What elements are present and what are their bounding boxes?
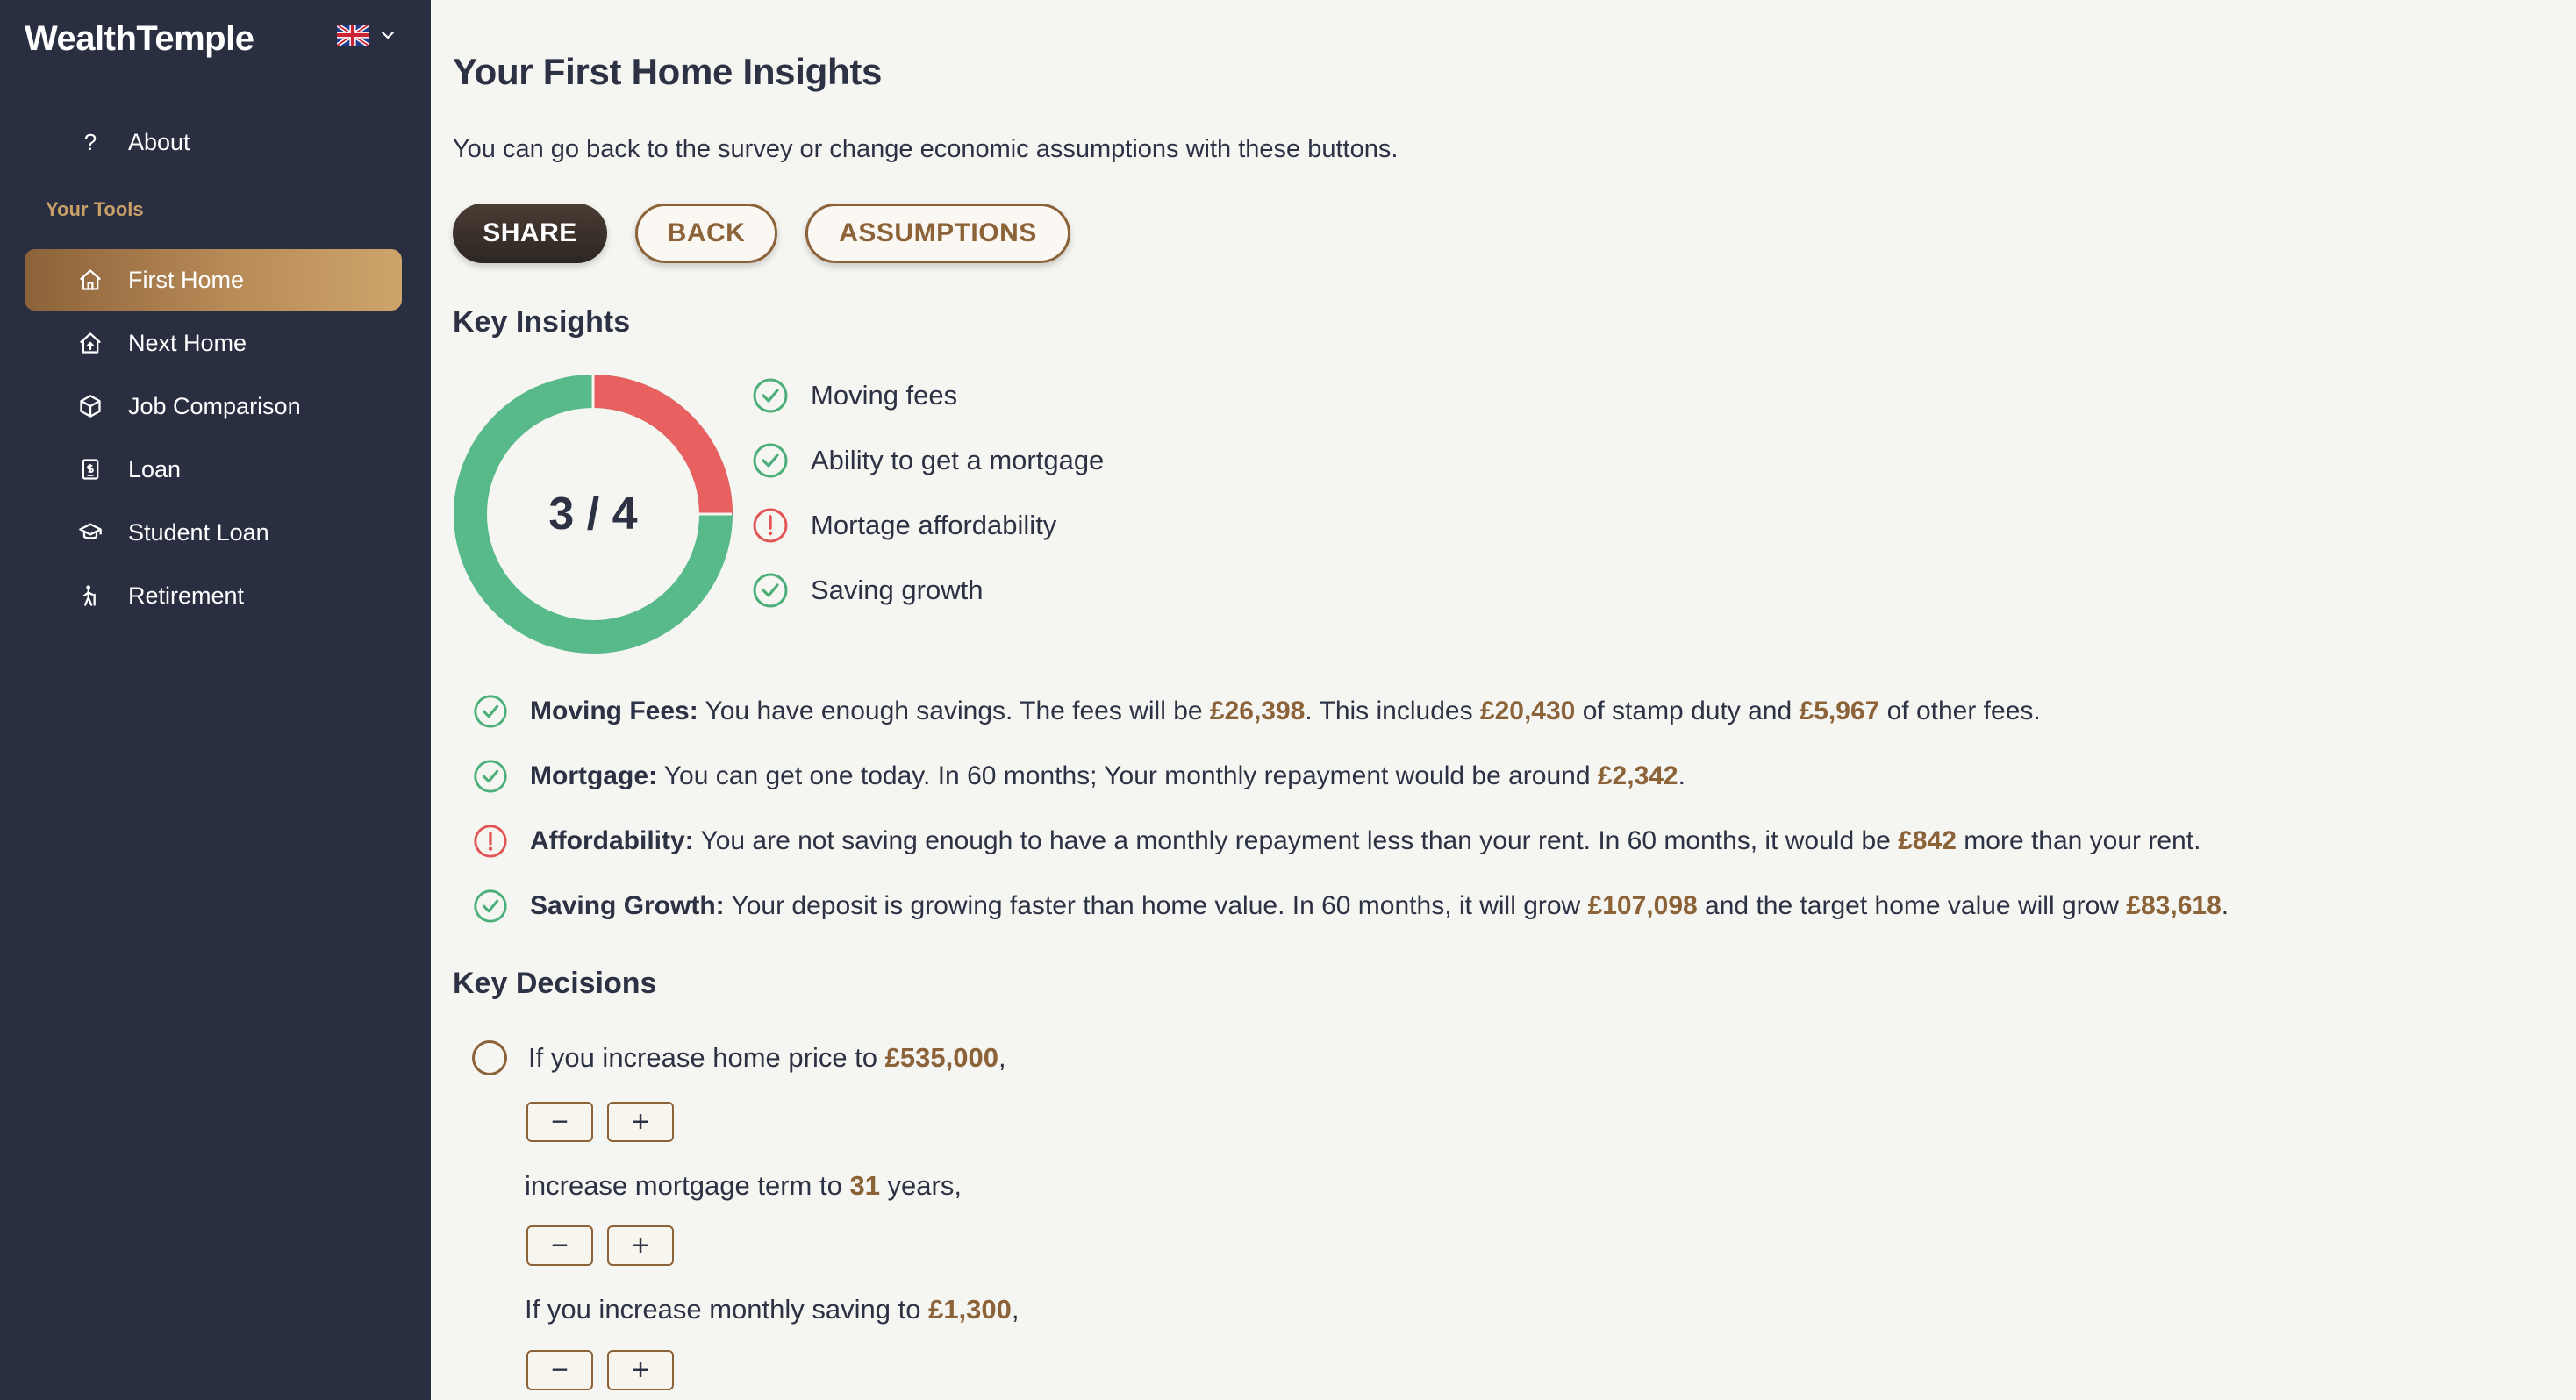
decision-home-price[interactable]: If you increase home price to £535,000, (472, 1037, 1006, 1079)
sidebar-item-first-home[interactable]: First Home (25, 249, 402, 311)
legend-item: Mortage affordability (751, 506, 1056, 545)
sidebar-item-about[interactable]: ? About (25, 111, 402, 173)
check-circle-icon (474, 889, 507, 923)
uk-flag-icon (337, 25, 369, 46)
home-price-increase-button[interactable]: + (607, 1102, 674, 1142)
mortgage-term-increase-button[interactable]: + (607, 1225, 674, 1266)
check-circle-icon (753, 378, 788, 413)
language-selector[interactable] (337, 25, 397, 46)
section-label-your-tools: Your Tools (46, 198, 144, 220)
loan-document-icon (77, 456, 104, 482)
chevron-down-icon (381, 31, 395, 39)
insight-moving-fees: Moving Fees: You have enough savings. Th… (472, 691, 2041, 732)
score-label: 3 / 4 (548, 489, 638, 539)
home-price-decrease-button[interactable]: − (526, 1102, 593, 1142)
check-circle-icon (474, 760, 507, 793)
key-insights-heading: Key Insights (453, 305, 631, 339)
page-subtitle: You can go back to the survey or change … (453, 135, 1399, 163)
insight-mortgage: Mortgage: You can get one today. In 60 m… (472, 756, 1685, 796)
decision-monthly-saving: If you increase monthly saving to £1,300… (525, 1294, 1020, 1325)
check-circle-icon (474, 695, 507, 728)
insight-affordability: Affordability: You are not saving enough… (472, 821, 2200, 861)
main-content: Your First Home Insights You can go back… (453, 0, 2576, 1400)
home-up-icon (77, 330, 104, 356)
sidebar: WealthTemple ? About Your Tools First Ho… (0, 0, 431, 1400)
legend-item: Ability to get a mortgage (751, 441, 1104, 480)
monthly-saving-decrease-button[interactable]: − (526, 1350, 593, 1390)
share-button[interactable]: SHARE (453, 204, 607, 263)
insight-saving-growth: Saving Growth: Your deposit is growing f… (472, 886, 2229, 926)
mortgage-term-decrease-button[interactable]: − (526, 1225, 593, 1266)
back-button[interactable]: BACK (635, 204, 777, 263)
sidebar-item-student-loan[interactable]: Student Loan (25, 502, 402, 563)
check-circle-icon (753, 573, 788, 608)
cube-icon (77, 393, 104, 419)
sidebar-item-retirement[interactable]: Retirement (25, 565, 402, 626)
sidebar-item-loan[interactable]: Loan (25, 439, 402, 500)
brand-logo: WealthTemple (25, 19, 254, 58)
legend-item: Saving growth (751, 571, 983, 610)
assumptions-button[interactable]: ASSUMPTIONS (805, 204, 1070, 263)
alert-circle-icon (753, 508, 788, 543)
legend-item: Moving fees (751, 376, 957, 415)
decision-radio[interactable] (472, 1040, 507, 1075)
home-icon (77, 267, 104, 293)
question-icon: ? (83, 128, 97, 155)
alert-circle-icon (474, 825, 507, 858)
page-title: Your First Home Insights (453, 51, 883, 92)
graduation-cap-icon (77, 519, 104, 546)
decision-mortgage-term: increase mortgage term to 31 years, (525, 1170, 962, 1201)
check-circle-icon (753, 443, 788, 478)
sidebar-item-job-comparison[interactable]: Job Comparison (25, 375, 402, 437)
key-decisions-heading: Key Decisions (453, 967, 657, 1000)
sidebar-item-next-home[interactable]: Next Home (25, 312, 402, 374)
walking-cane-icon (77, 582, 104, 609)
monthly-saving-increase-button[interactable]: + (607, 1350, 674, 1390)
